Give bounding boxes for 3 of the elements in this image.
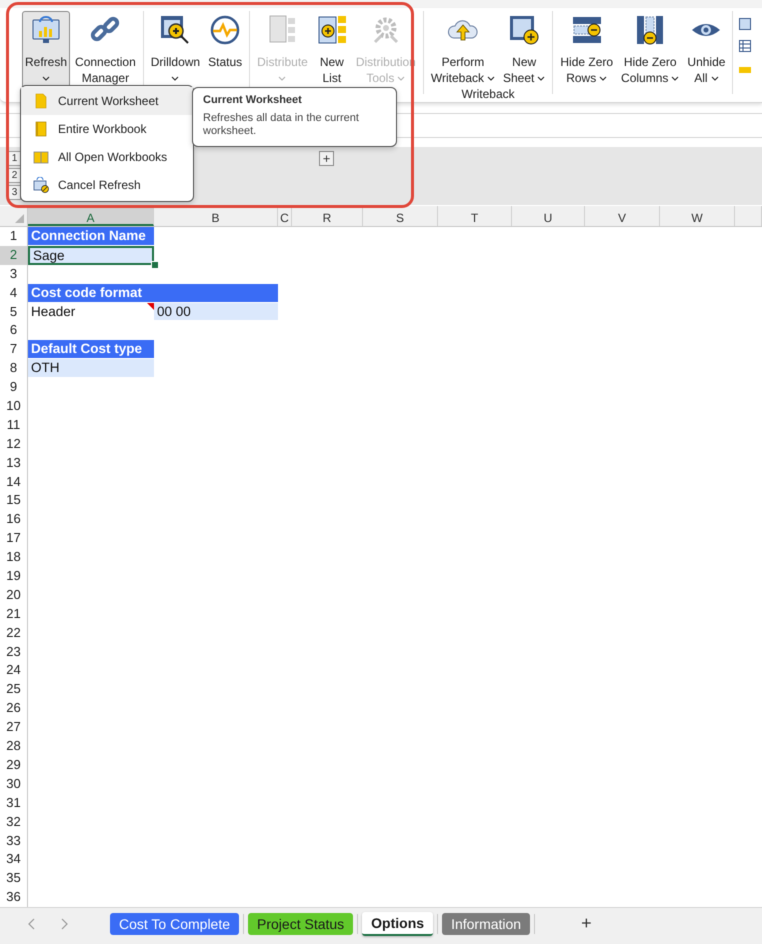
group-label: Writeback bbox=[462, 87, 515, 101]
tooltip-text: Refreshes all data in the current worksheet. bbox=[203, 112, 360, 138]
tooltip-title: Current Worksheet bbox=[203, 94, 303, 106]
